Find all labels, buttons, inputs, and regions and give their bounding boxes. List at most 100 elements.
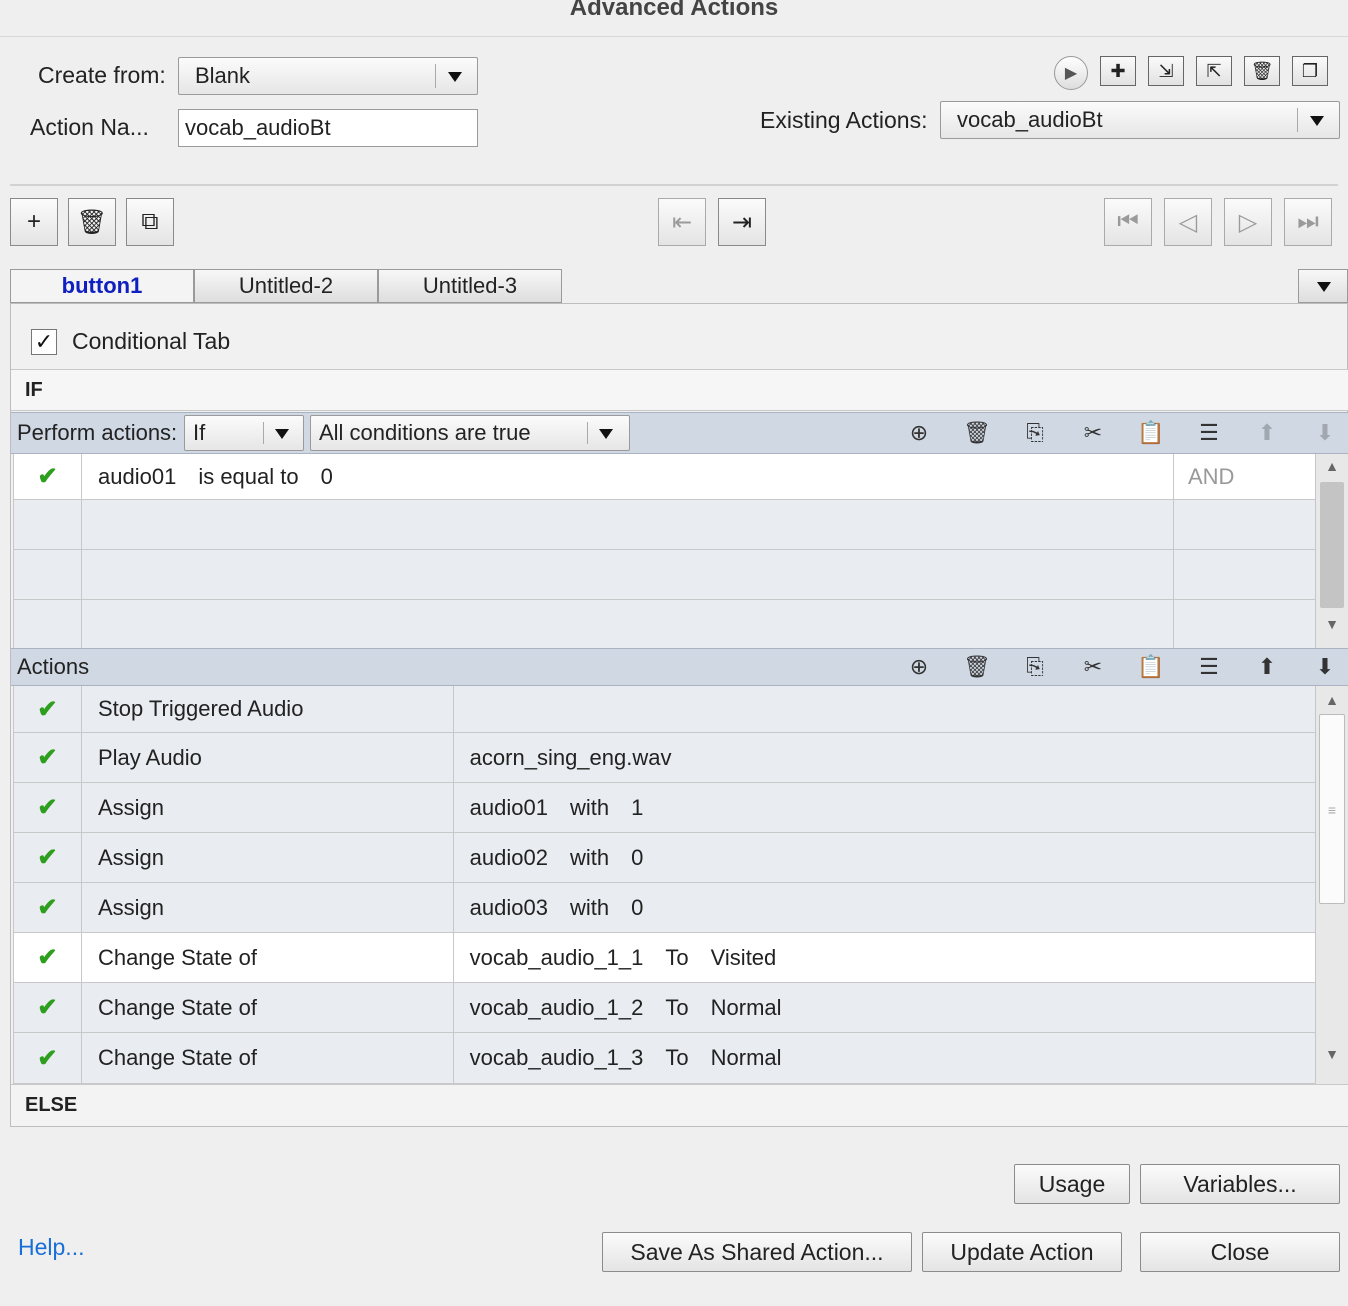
duplicate-icon: ⧉ — [141, 208, 159, 235]
insert-row-icon[interactable]: ⊕ — [902, 652, 936, 682]
condition-mode-value: All conditions are true — [319, 420, 531, 445]
dialog-title: Advanced Actions — [569, 0, 779, 21]
help-link[interactable]: Help... — [18, 1234, 84, 1261]
insert-row-icon[interactable]: ⊕ — [902, 418, 936, 448]
action-name-label: Action Na... — [30, 114, 149, 140]
check-icon: ✔ — [37, 463, 58, 490]
actions-scrollbar[interactable]: ▲ ≡ ▼ — [1315, 686, 1348, 1084]
save-shared-action-button[interactable]: Save As Shared Action... — [602, 1232, 912, 1272]
export-tab-button[interactable]: ⇥ — [718, 198, 766, 246]
close-button[interactable]: Close — [1140, 1232, 1340, 1272]
duplicate-icon: ❐ — [1301, 60, 1319, 81]
usage-button[interactable]: Usage — [1014, 1164, 1130, 1204]
action-params: audio02 with 0 — [454, 833, 1315, 882]
trash-icon[interactable]: 🗑 — [960, 418, 994, 448]
condition-row-empty[interactable] — [14, 550, 1315, 600]
paste-icon[interactable]: 📋 — [1134, 418, 1168, 448]
action-name: Play Audio — [82, 733, 454, 782]
create-from-label: Create from: — [38, 62, 166, 88]
move-down-icon[interactable]: ⬇ — [1308, 652, 1342, 682]
delete-tab-button[interactable]: 🗑 — [68, 198, 116, 246]
next-icon: ▷ — [1238, 208, 1258, 236]
action-row[interactable]: ✔ Assign audio02 with 0 — [14, 833, 1315, 883]
import-action-button[interactable]: ⇲ — [1148, 56, 1184, 86]
tab-button1[interactable]: button1 — [10, 269, 194, 303]
copy-icon[interactable]: ⎘ — [1018, 418, 1052, 448]
action-name: Assign — [82, 883, 454, 932]
action-param: Normal — [710, 1045, 782, 1070]
action-name: Stop Triggered Audio — [82, 686, 454, 732]
condition-mode-select[interactable]: All conditions are true — [310, 415, 630, 451]
conditional-tab-checkbox[interactable]: ✓ — [31, 329, 57, 355]
condition-value: 0 — [320, 463, 333, 489]
cut-icon[interactable]: ✂ — [1076, 652, 1110, 682]
scroll-thumb[interactable]: ≡ — [1319, 714, 1345, 904]
copy-icon[interactable]: ⎘ — [1018, 652, 1052, 682]
next-tab-button[interactable]: ▷ — [1224, 198, 1272, 246]
trash-icon: 🗑 — [1250, 60, 1274, 81]
import-tab-button[interactable]: ⇤ — [658, 198, 706, 246]
preview-play-icon[interactable]: ▶ — [1054, 56, 1088, 90]
action-param: with — [569, 794, 610, 820]
conditions-scrollbar[interactable]: ▲ ▼ — [1315, 454, 1348, 648]
action-param: acorn_sing_eng.wav — [469, 744, 672, 770]
action-row[interactable]: ✔ Play Audio acorn_sing_eng.wav — [14, 733, 1315, 783]
title-divider — [0, 36, 1348, 37]
new-action-button[interactable]: ✚ — [1100, 56, 1136, 86]
conditions-row-tools: ⊕ 🗑 ⎘ ✂ 📋 ☰ ⬆ ⬇ — [902, 418, 1342, 448]
prev-tab-button[interactable]: ◁ — [1164, 198, 1212, 246]
paste-icon[interactable]: 📋 — [1134, 652, 1168, 682]
plus-icon: ✚ — [1110, 60, 1126, 81]
conditional-tab-label: Conditional Tab — [72, 328, 231, 354]
action-row[interactable]: ✔ Assign audio03 with 0 — [14, 883, 1315, 933]
move-down-icon[interactable]: ⬇ — [1308, 418, 1342, 448]
duplicate-action-button[interactable]: ❐ — [1292, 56, 1328, 86]
scroll-up-icon[interactable]: ▲ — [1316, 692, 1348, 708]
action-row[interactable]: ✔ Change State of vocab_audio_1_2 To Nor… — [14, 983, 1315, 1033]
condition-row-empty[interactable] — [14, 600, 1315, 650]
action-params — [454, 686, 1315, 732]
action-row[interactable]: ✔ Stop Triggered Audio — [14, 686, 1315, 733]
first-tab-button[interactable]: ⏮ — [1104, 198, 1152, 246]
action-param: vocab_audio_1_3 — [469, 1045, 644, 1070]
trash-icon[interactable]: 🗑 — [960, 652, 994, 682]
duplicate-tab-button[interactable]: ⧉ — [126, 198, 174, 246]
action-param: audio01 — [469, 794, 548, 820]
add-tab-button[interactable]: + — [10, 198, 58, 246]
tab-untitled-3[interactable]: Untitled-3 — [378, 269, 562, 303]
perform-mode-value: If — [193, 420, 206, 445]
insert-after-icon[interactable]: ☰ — [1192, 652, 1226, 682]
action-name-input[interactable]: vocab_audioBt — [178, 109, 478, 147]
variables-button[interactable]: Variables... — [1140, 1164, 1340, 1204]
check-icon: ✔ — [37, 794, 58, 821]
condition-row-empty[interactable] — [14, 500, 1315, 550]
action-row[interactable]: ✔ Assign audio01 with 1 — [14, 783, 1315, 833]
scroll-up-icon[interactable]: ▲ — [1316, 458, 1348, 474]
action-param: To — [665, 1045, 689, 1070]
actions-grid: ✔ Stop Triggered Audio ✔ Play Audio acor… — [13, 686, 1315, 1084]
tab-untitled-2[interactable]: Untitled-2 — [194, 269, 378, 303]
existing-actions-select[interactable]: vocab_audioBt — [940, 101, 1340, 139]
last-tab-button[interactable]: ⏭ — [1284, 198, 1332, 246]
create-from-select[interactable]: Blank — [178, 57, 478, 95]
delete-action-button[interactable]: 🗑 — [1244, 56, 1280, 86]
action-params: vocab_audio_1_3 To Normal — [454, 1033, 1315, 1083]
scroll-down-icon[interactable]: ▼ — [1316, 616, 1348, 632]
update-action-button[interactable]: Update Action — [922, 1232, 1122, 1272]
move-up-icon[interactable]: ⬆ — [1250, 418, 1284, 448]
action-row-selected[interactable]: ✔ Change State of vocab_audio_1_1 To Vis… — [14, 933, 1315, 983]
cut-icon[interactable]: ✂ — [1076, 418, 1110, 448]
create-from-value: Blank — [195, 63, 251, 88]
move-up-icon[interactable]: ⬆ — [1250, 652, 1284, 682]
perform-mode-select[interactable]: If — [184, 415, 304, 451]
scroll-down-icon[interactable]: ▼ — [1316, 1046, 1348, 1062]
action-param: 1 — [631, 794, 644, 820]
condition-row[interactable]: ✔ audio01 is equal to 0 AND — [14, 454, 1315, 500]
export-action-button[interactable]: ⇱ — [1196, 56, 1232, 86]
check-icon: ✔ — [37, 994, 58, 1021]
insert-after-icon[interactable]: ☰ — [1192, 418, 1226, 448]
scroll-thumb[interactable] — [1320, 482, 1344, 608]
tabs-overflow-dropdown[interactable] — [1298, 269, 1348, 303]
action-param: vocab_audio_1_2 — [469, 994, 644, 1020]
action-row[interactable]: ✔ Change State of vocab_audio_1_3 To Nor… — [14, 1033, 1315, 1083]
